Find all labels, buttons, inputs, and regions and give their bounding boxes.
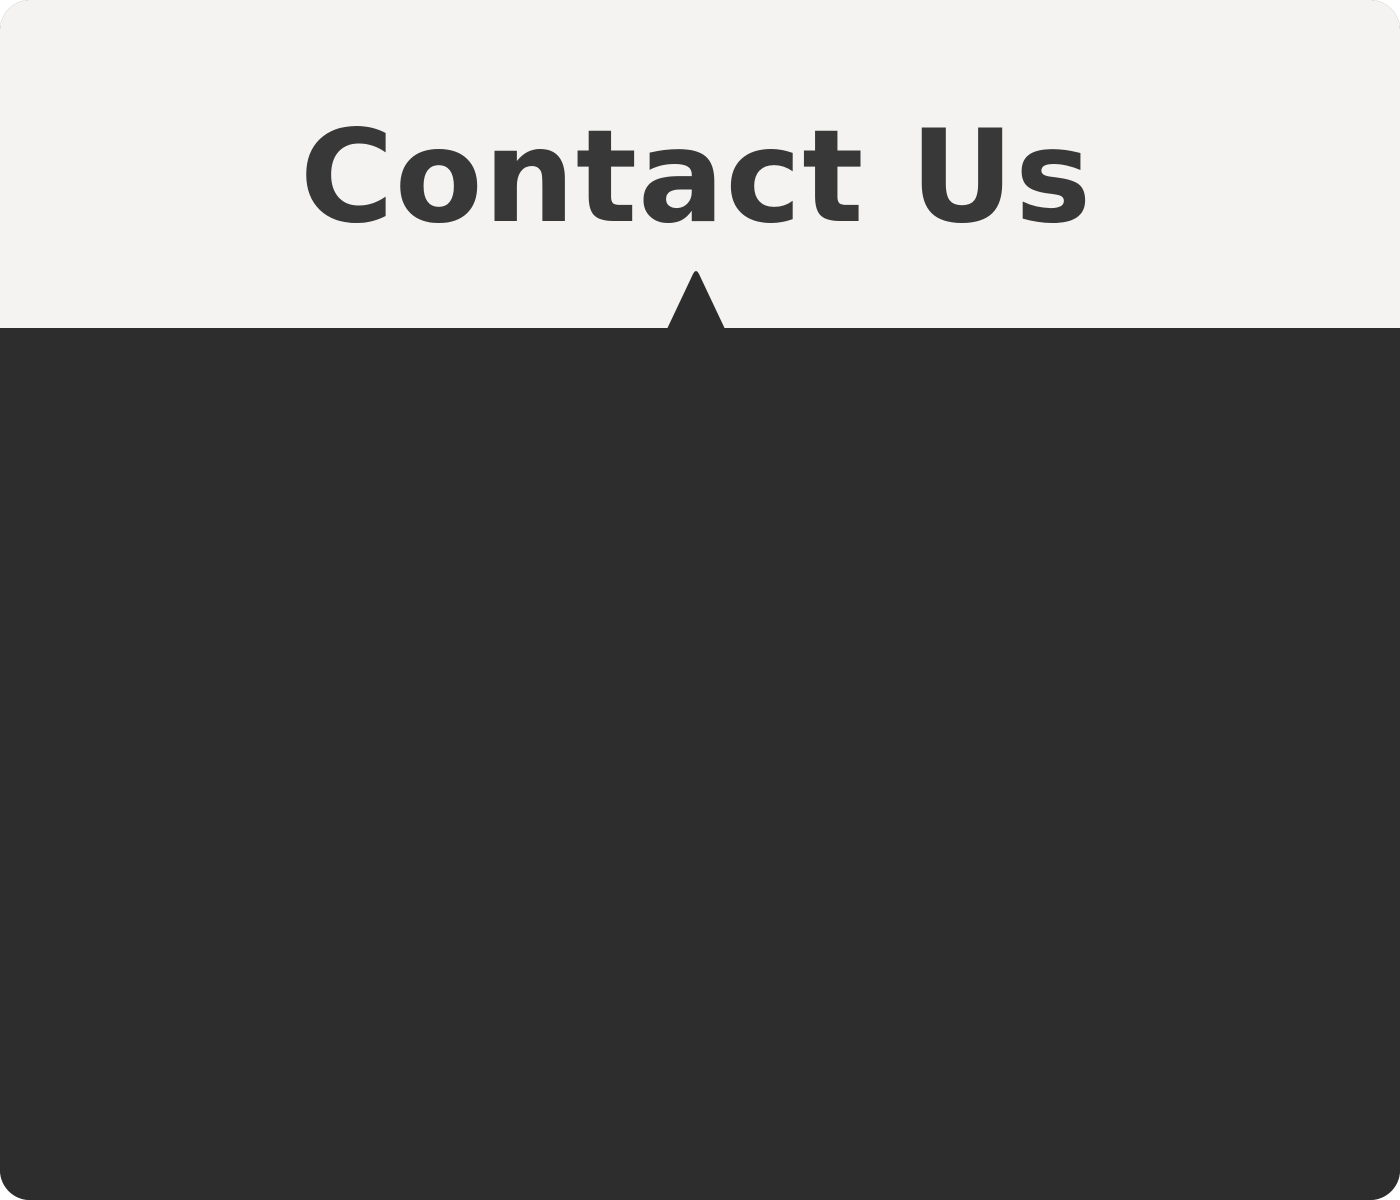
page-title: Contact Us — [299, 103, 1093, 252]
contact-card: Contact Us — [0, 0, 1400, 1200]
caret-up-icon — [667, 271, 725, 329]
contact-content-panel — [0, 328, 1400, 1200]
